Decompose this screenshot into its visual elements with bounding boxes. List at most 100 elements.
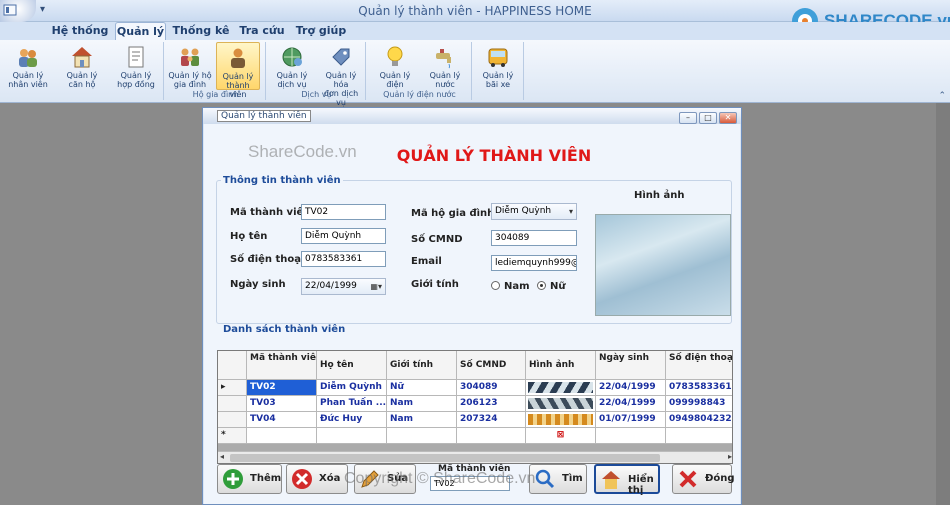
cell-ten[interactable]: [317, 428, 387, 444]
quan-ly-ho-gia-dinh-button[interactable]: Quản lý hộ gia đình: [168, 42, 212, 90]
dong-button[interactable]: Đóng: [672, 464, 735, 494]
col-sdt[interactable]: Số điện thoại: [666, 351, 732, 380]
cell-sdt[interactable]: 0949804232: [666, 412, 732, 428]
cell-ns[interactable]: 01/07/1999: [596, 412, 666, 428]
cell-ns[interactable]: [596, 428, 666, 444]
quan-ly-dich-vu-button[interactable]: Quản lý dịch vụ: [270, 42, 314, 90]
cell-sdt[interactable]: 099998843: [666, 396, 732, 412]
col-ngay-sinh[interactable]: Ngày sinh: [596, 351, 666, 380]
col-hinh-anh[interactable]: Hình ảnh: [526, 351, 596, 380]
mdi-edge: [936, 103, 950, 505]
cell-gt[interactable]: Nam: [387, 412, 457, 428]
gender-nu-radio[interactable]: Nữ: [537, 281, 566, 292]
cmnd-input[interactable]: 304089: [491, 230, 577, 246]
quan-ly-hoa-don-dich-vu-button[interactable]: Quản lý hóa đơn dịch vụ: [318, 42, 364, 107]
hinh-anh-label: Hình ảnh: [634, 190, 685, 201]
cell-image[interactable]: [526, 396, 596, 412]
scroll-thumb[interactable]: [230, 454, 660, 462]
quan-ly-hop-dong-button[interactable]: Quản lý hợp đồng: [114, 42, 158, 90]
grid-header: Mã thành viên Họ tên Giới tính Số CMND H…: [218, 351, 732, 380]
search-icon: [535, 469, 555, 489]
cell-ten[interactable]: Diễm Quỳnh: [317, 380, 387, 396]
member-grid[interactable]: Mã thành viên Họ tên Giới tính Số CMND H…: [217, 350, 733, 464]
quan-ly-thanh-vien-button[interactable]: Quản lý thành viên: [216, 42, 260, 99]
tim-button[interactable]: Tìm: [529, 464, 587, 494]
cell-cmnd[interactable]: 206123: [457, 396, 526, 412]
cell-sdt[interactable]: [666, 428, 732, 444]
photo-thumbnail: [528, 398, 593, 409]
cell-image[interactable]: [526, 412, 596, 428]
quan-ly-dien-button[interactable]: Quản lý điện: [370, 42, 420, 90]
ma-hgd-select[interactable]: Diễm Quỳnh ▾: [491, 203, 577, 220]
hien-thi-button[interactable]: Hiển thị: [594, 464, 660, 496]
table-row[interactable]: ▸ TV02 Diễm Quỳnh Nữ 304089 22/04/1999 0…: [218, 380, 732, 396]
scroll-right-icon[interactable]: ▸: [728, 452, 732, 461]
btn-label-1: Quản lý: [66, 71, 98, 80]
horizontal-scrollbar[interactable]: ◂ ▸: [218, 451, 732, 463]
sdt-input[interactable]: 0783583361: [301, 251, 386, 267]
email-input[interactable]: lediemquynh999@: [491, 255, 577, 271]
cell-ma[interactable]: TV03: [247, 396, 317, 412]
cell-ma[interactable]: TV02: [247, 380, 317, 396]
group-label-dien-nuoc: Quản lý điện nước: [383, 90, 456, 99]
col-cmnd[interactable]: Số CMND: [457, 351, 526, 380]
minimize-button[interactable]: –: [679, 112, 697, 124]
cell-image[interactable]: [526, 380, 596, 396]
table-row[interactable]: TV04 Đức Huy Nam 207324 01/07/1999 09498…: [218, 412, 732, 428]
tab-tra-cuu[interactable]: Tra cứu: [235, 22, 289, 40]
new-row-marker: *: [218, 428, 247, 444]
cell-cmnd[interactable]: 304089: [457, 380, 526, 396]
ribbon-tabs: Hệ thống Quản lý Thống kê Tra cứu Trợ gi…: [0, 22, 950, 40]
xoa-button[interactable]: Xóa: [286, 464, 348, 494]
btn-label-1: Quản lý nước: [429, 71, 461, 89]
add-icon: [223, 469, 243, 489]
ma-tv-input[interactable]: TV02: [301, 204, 386, 220]
cell-ma[interactable]: [247, 428, 317, 444]
list-legend: Danh sách thành viên: [221, 324, 348, 335]
maximize-button[interactable]: □: [699, 112, 717, 124]
col-ma-tv[interactable]: Mã thành viên: [247, 351, 317, 380]
child-title-bar: Quản lý thành viên – □ ✕: [203, 108, 741, 124]
cell-ns[interactable]: 22/04/1999: [596, 380, 666, 396]
close-x-icon: [679, 470, 697, 488]
collapse-ribbon-icon[interactable]: ⌃: [938, 91, 946, 101]
dong-label: Đóng: [705, 473, 735, 484]
tab-he-thong[interactable]: Hệ thống: [48, 22, 112, 40]
quan-ly-bai-xe-button[interactable]: Quản lý bãi xe: [476, 42, 520, 90]
water-tap-icon: [436, 49, 451, 69]
group-label-ho-gia-dinh: Hộ gia đình: [192, 90, 239, 99]
btn-label-2: căn hộ: [68, 80, 96, 89]
ngay-sinh-datepicker[interactable]: 22/04/1999 ▦▾: [301, 278, 386, 295]
ho-ten-input[interactable]: Diễm Quỳnh: [301, 228, 386, 244]
quan-ly-can-ho-button[interactable]: Quản lý căn hộ: [60, 42, 104, 90]
member-photo[interactable]: [595, 214, 731, 316]
cell-cmnd[interactable]: 207324: [457, 412, 526, 428]
close-button[interactable]: ✕: [719, 112, 737, 124]
quan-ly-nuoc-button[interactable]: Quản lý nước: [420, 42, 470, 90]
cell-ten[interactable]: Phan Tuấn ...: [317, 396, 387, 412]
tab-tro-giup[interactable]: Trợ giúp: [293, 22, 349, 40]
cell-ns[interactable]: 22/04/1999: [596, 396, 666, 412]
btn-label-1: Quản lý: [222, 72, 254, 81]
cell-cmnd[interactable]: [457, 428, 526, 444]
col-gioi-tinh[interactable]: Giới tính: [387, 351, 457, 380]
calendar-dropdown-icon[interactable]: ▦▾: [370, 282, 382, 291]
cell-ten[interactable]: Đức Huy: [317, 412, 387, 428]
gender-nam-radio[interactable]: Nam: [491, 281, 530, 292]
cell-gt[interactable]: Nam: [387, 396, 457, 412]
them-button[interactable]: Thêm: [217, 464, 282, 494]
cell-sdt[interactable]: 0783583361: [666, 380, 732, 396]
tab-thong-ke[interactable]: Thống kê: [170, 22, 232, 40]
table-row[interactable]: TV03 Phan Tuấn ... Nam 206123 22/04/1999…: [218, 396, 732, 412]
col-ho-ten[interactable]: Họ tên: [317, 351, 387, 380]
cell-gt[interactable]: Nữ: [387, 380, 457, 396]
cell-gt[interactable]: [387, 428, 457, 444]
ribbon-group-1: Quản lý nhân viên Quản lý căn hộ Quản lý hợ…: [4, 42, 164, 100]
tim-label: Tìm: [562, 473, 583, 484]
new-table-row[interactable]: * ⊠: [218, 428, 732, 444]
cell-ma[interactable]: TV04: [247, 412, 317, 428]
btn-label-2: hợp đồng: [117, 80, 155, 89]
tab-quan-ly[interactable]: Quản lý: [115, 22, 166, 40]
scroll-left-icon[interactable]: ◂: [220, 452, 224, 461]
quan-ly-nhan-vien-button[interactable]: Quản lý nhân viên: [6, 42, 50, 90]
